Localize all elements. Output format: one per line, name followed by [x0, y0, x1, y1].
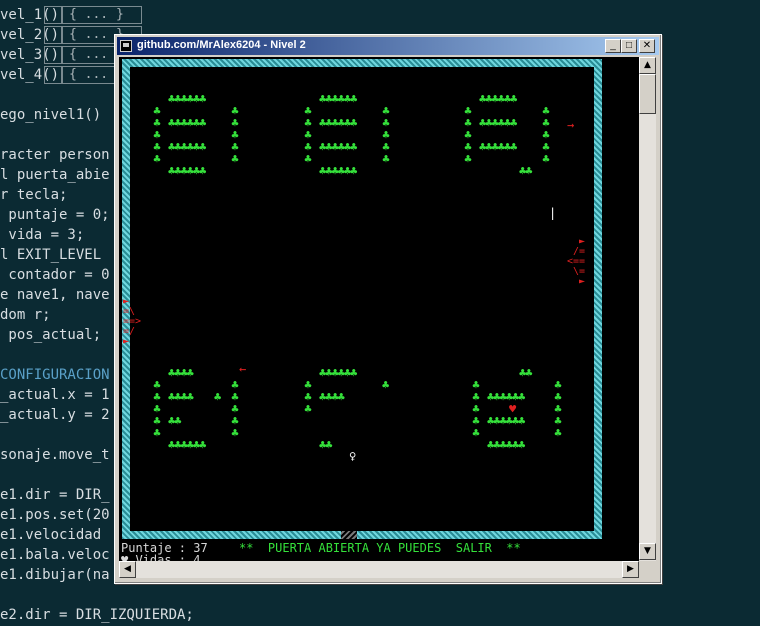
wall-segment: ♣♣♣♣: [319, 390, 345, 404]
wall-block: ♣: [382, 152, 390, 166]
code-line: contador = 0: [0, 267, 110, 283]
code-line: dom r;: [0, 307, 51, 323]
wall-block: ♣: [382, 378, 390, 392]
wall-segment: ♣♣: [319, 438, 332, 452]
window-title: github.com/MrAlex6204 - Nivel 2: [137, 39, 306, 51]
wall-segment: ♣♣♣♣♣♣: [479, 140, 517, 154]
maximize-button[interactable]: □: [621, 39, 637, 53]
wall-segment: ♣♣♣♣♣♣: [319, 92, 357, 106]
wall-segment: ♣♣: [519, 164, 532, 178]
code-line: vida = 3;: [0, 227, 85, 243]
wall-segment: ♣♣♣♣♣♣: [168, 140, 206, 154]
scroll-thumb[interactable]: [639, 74, 656, 114]
enemy-ship-right: ► /= <== \= ►: [567, 236, 586, 287]
wall-segment: ♣♣♣♣♣♣: [168, 92, 206, 106]
code-line: e1.dir = DIR_: [0, 487, 110, 503]
wall-block: ♣: [153, 152, 161, 166]
scroll-up-button[interactable]: ▲: [639, 57, 656, 74]
wall-block: ♣: [214, 390, 222, 404]
wall-block: ♣: [231, 426, 239, 440]
code-line: CONFIGURACION: [0, 367, 110, 383]
wall-segment: ♣♣♣♣: [168, 390, 194, 404]
scroll-left-button[interactable]: ◀: [119, 561, 136, 578]
fold-gutter: [44, 26, 62, 44]
fold-marker[interactable]: { ... }: [62, 6, 142, 24]
wall-segment: ♣♣♣♣♣♣: [319, 116, 357, 130]
fold-gutter: [44, 66, 62, 84]
code-line: ego_nivel1(): [0, 107, 102, 123]
scroll-right-button[interactable]: ▶: [622, 561, 639, 578]
wall-block: ♣: [472, 426, 480, 440]
code-line: l EXIT_LEVEL: [0, 247, 102, 263]
wall-segment: ♣♣♣♣♣♣: [319, 164, 357, 178]
wall-block: ♣: [542, 152, 550, 166]
wall-segment: ♣♣♣♣: [168, 366, 194, 380]
wall-block: ♣: [464, 152, 472, 166]
wall-block: ♣: [153, 426, 161, 440]
code-line: puntaje = 0;: [0, 207, 110, 223]
game-window[interactable]: github.com/MrAlex6204 - Nivel 2 _ □ ✕ ♣♣…: [114, 34, 662, 584]
close-button[interactable]: ✕: [639, 39, 655, 53]
wall-segment: ♣♣: [519, 366, 532, 380]
minimize-button[interactable]: _: [605, 39, 621, 53]
cursor-mark: |: [549, 206, 557, 220]
code-line: e nave1, nave: [0, 287, 110, 303]
door-open-message: ** PUERTA ABIERTA YA PUEDES SALIR **: [239, 541, 521, 555]
exit-door: [341, 531, 357, 539]
code-line: e1.velocidad: [0, 527, 110, 543]
wall-segment: ♣♣♣♣♣♣: [319, 366, 357, 380]
code-line: e2.dir = DIR_IZQUIERDA;: [0, 607, 194, 623]
title-bar[interactable]: github.com/MrAlex6204 - Nivel 2 _ □ ✕: [117, 37, 659, 55]
code-line: pos_actual;: [0, 327, 102, 343]
scroll-down-button[interactable]: ▼: [639, 543, 656, 560]
code-line: r tecla;: [0, 187, 68, 203]
heart-icon: ♥: [509, 402, 517, 416]
wall-segment: ♣♣♣♣♣♣: [479, 116, 517, 130]
wall-segment: ♣♣: [168, 414, 181, 428]
fold-gutter: [44, 46, 62, 64]
wall-segment: ♣♣♣♣♣♣: [168, 164, 206, 178]
bullet-icon: →: [567, 118, 575, 132]
wall-segment: ♣♣♣♣♣♣: [319, 140, 357, 154]
vertical-scrollbar[interactable]: ▲ ▼: [639, 57, 656, 577]
bullet-icon: ←: [239, 362, 247, 376]
horizontal-scrollbar[interactable]: ◀ ▶: [119, 561, 639, 578]
wall-block: ♣: [304, 152, 312, 166]
fold-gutter: [44, 6, 62, 24]
code-line: e1.pos.set(20: [0, 507, 110, 523]
console-area: ♣♣♣♣♣♣ ♣♣♣♣♣♣ ♣♣♣♣♣♣ ♣♣♣♣♣♣ ♣ ♣ ♣ ♣ ♣ ♣ ♣ ♣ ♣ ♣ ♣♣♣♣♣♣…: [119, 57, 639, 577]
console-icon: [120, 40, 132, 52]
enemy-ship-left: ► =\ ==> =/ ►: [123, 296, 142, 347]
wall-block: ♣: [231, 152, 239, 166]
code-line: sonaje.move_t: [0, 447, 110, 463]
code-line: _actual.x = 1: [0, 387, 110, 403]
code-line: l puerta_abie: [0, 167, 110, 183]
wall-segment: ♣♣♣♣♣♣: [168, 116, 206, 130]
wall-segment: ♣♣♣♣♣♣: [487, 438, 525, 452]
code-line: _actual.y = 2: [0, 407, 110, 423]
wall-segment: ♣♣♣♣♣♣: [168, 438, 206, 452]
game-board: [122, 59, 602, 539]
wall-block: ♣: [304, 402, 312, 416]
code-line: e1.dibujar(na: [0, 567, 110, 583]
wall-block: ♣: [554, 426, 562, 440]
player-icon: ♀: [349, 449, 357, 463]
code-line: racter person: [0, 147, 110, 163]
code-line: e1.bala.veloc: [0, 547, 110, 563]
wall-segment: ♣♣♣♣♣♣: [479, 92, 517, 106]
scroll-corner: [639, 561, 656, 578]
wall-segment: ♣♣♣♣♣♣: [487, 414, 525, 428]
wall-segment: ♣♣♣♣♣♣: [487, 390, 525, 404]
